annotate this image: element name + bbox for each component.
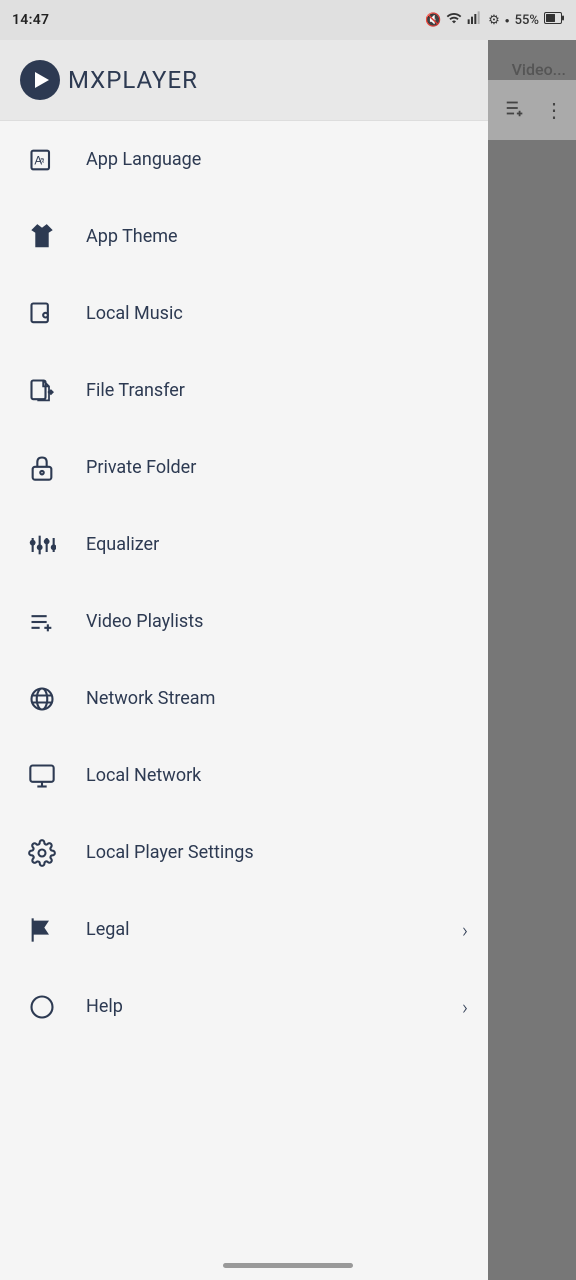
sidebar-item-network-stream[interactable]: Network Stream bbox=[0, 660, 488, 737]
sidebar-item-local-music[interactable]: Local Music bbox=[0, 275, 488, 352]
legal-label: Legal bbox=[86, 919, 462, 940]
help-icon bbox=[20, 993, 64, 1021]
sidebar-item-equalizer[interactable]: Equalizer bbox=[0, 506, 488, 583]
sidebar-item-file-transfer[interactable]: File Transfer bbox=[0, 352, 488, 429]
local-player-settings-label: Local Player Settings bbox=[86, 842, 468, 863]
language-icon: A a bbox=[20, 146, 64, 174]
wifi-icon bbox=[446, 10, 462, 30]
help-chevron: › bbox=[462, 995, 468, 1019]
playlist-add-icon bbox=[504, 97, 526, 124]
app-theme-label: App Theme bbox=[86, 226, 468, 247]
monitor-icon bbox=[20, 762, 64, 790]
playlist-icon bbox=[20, 608, 64, 636]
status-time: 14:47 bbox=[12, 12, 49, 28]
gear-icon: ⚙ bbox=[488, 13, 500, 28]
sidebar-item-local-network[interactable]: Local Network bbox=[0, 737, 488, 814]
logo-text: MXPLAYER bbox=[68, 66, 198, 94]
bg-video-label: Video... bbox=[512, 60, 566, 79]
home-indicator bbox=[223, 1263, 353, 1268]
sidebar-item-video-playlists[interactable]: Video Playlists bbox=[0, 583, 488, 660]
sidebar-item-app-theme[interactable]: App Theme bbox=[0, 198, 488, 275]
sidebar-item-help[interactable]: Help › bbox=[0, 968, 488, 1045]
sidebar-item-app-language[interactable]: A a App Language bbox=[0, 121, 488, 198]
svg-text:a: a bbox=[40, 155, 45, 164]
video-playlists-label: Video Playlists bbox=[86, 611, 468, 632]
private-folder-label: Private Folder bbox=[86, 457, 468, 478]
sidebar-item-legal[interactable]: Legal › bbox=[0, 891, 488, 968]
dot-indicator: ● bbox=[505, 16, 510, 25]
logo-play-button bbox=[20, 60, 60, 100]
equalizer-icon bbox=[20, 531, 64, 559]
bg-topbar: ⋮ bbox=[476, 80, 576, 140]
status-icons: 🔇 ⚙ ● 55% bbox=[425, 10, 564, 30]
theme-icon bbox=[20, 223, 64, 251]
sidebar-item-private-folder[interactable]: Private Folder bbox=[0, 429, 488, 506]
play-triangle bbox=[35, 72, 49, 88]
battery-level: 55% bbox=[515, 13, 539, 28]
battery-icon bbox=[544, 12, 564, 28]
help-label: Help bbox=[86, 996, 462, 1017]
signal-icon bbox=[467, 10, 483, 30]
file-transfer-icon bbox=[20, 377, 64, 405]
more-vert-icon: ⋮ bbox=[544, 98, 564, 122]
drawer-header: MXPLAYER bbox=[0, 40, 488, 120]
local-music-label: Local Music bbox=[86, 303, 468, 324]
settings-icon bbox=[20, 839, 64, 867]
logo: MXPLAYER bbox=[20, 60, 198, 100]
file-transfer-label: File Transfer bbox=[86, 380, 468, 401]
globe-icon bbox=[20, 685, 64, 713]
network-stream-label: Network Stream bbox=[86, 688, 468, 709]
lock-icon bbox=[20, 454, 64, 482]
status-bar: 14:47 🔇 ⚙ ● 55% bbox=[0, 0, 576, 40]
navigation-drawer: MXPLAYER A a App Language bbox=[0, 40, 488, 1280]
flag-icon bbox=[20, 916, 64, 944]
mute-icon: 🔇 bbox=[425, 13, 441, 28]
menu-list: A a App Language App Theme bbox=[0, 121, 488, 1280]
legal-chevron: › bbox=[462, 918, 468, 942]
equalizer-label: Equalizer bbox=[86, 534, 468, 555]
music-icon bbox=[20, 300, 64, 328]
sidebar-item-local-player-settings[interactable]: Local Player Settings bbox=[0, 814, 488, 891]
local-network-label: Local Network bbox=[86, 765, 468, 786]
app-language-label: App Language bbox=[86, 149, 468, 170]
